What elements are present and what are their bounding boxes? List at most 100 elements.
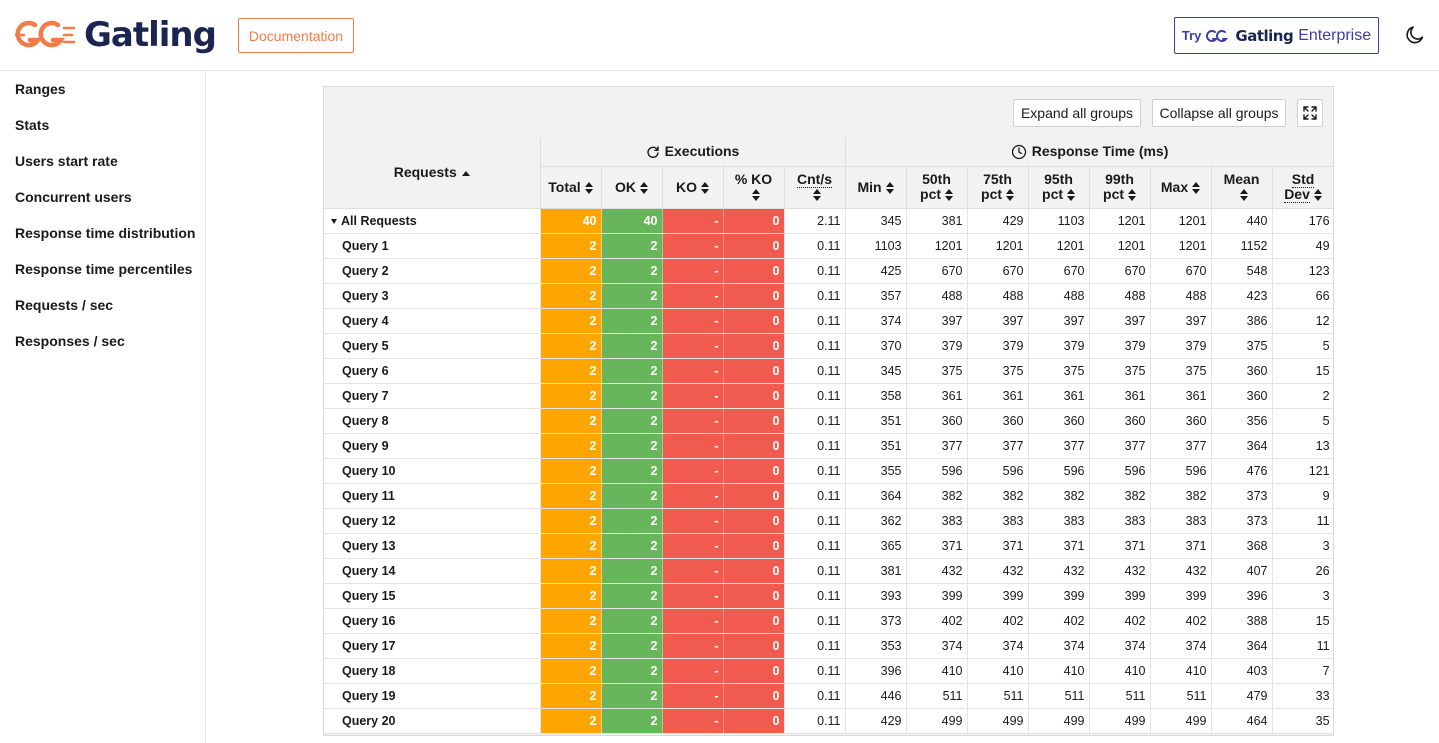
cell-max: 377 xyxy=(1150,433,1212,459)
cell-mean: 356 xyxy=(1211,408,1273,434)
cell-p75: 488 xyxy=(967,283,1029,309)
cell-count-per-sec: 0.11 xyxy=(784,608,846,634)
executions-header-label: Executions xyxy=(664,143,740,160)
cell-ko: - xyxy=(662,258,724,284)
cell-p50: 410 xyxy=(906,658,968,684)
cell-std-dev: 121 xyxy=(1272,458,1333,484)
cell-ko: - xyxy=(662,658,724,684)
cell-count-per-sec: 0.11 xyxy=(784,358,846,384)
cell-ko: - xyxy=(662,558,724,584)
sidebar-item-users-start-rate[interactable]: Users start rate xyxy=(15,153,118,169)
cell-min: 446 xyxy=(845,683,907,709)
request-name-cell: Query 8 xyxy=(324,408,541,434)
sidebar-item-response-time-percentiles[interactable]: Response time percentiles xyxy=(15,261,192,277)
moon-icon[interactable] xyxy=(1404,24,1426,46)
table-row: Query 2 2 2-0 0.11 425 670 670 670 670 670 548 123 xyxy=(324,258,1333,284)
column-header-p75[interactable]: 75th pct xyxy=(967,166,1029,209)
fullscreen-button[interactable] xyxy=(1297,99,1323,127)
column-header-ok[interactable]: OK xyxy=(601,166,663,209)
sidebar-item-concurrent-users[interactable]: Concurrent users xyxy=(15,189,132,205)
cell-count-per-sec: 0.11 xyxy=(784,408,846,434)
cell-ok: 2 xyxy=(601,658,663,684)
table-row: Query 11 2 2-0 0.11 364 382 382 382 382 382 373 9 xyxy=(324,483,1333,509)
sidebar-item-response-time-distribution[interactable]: Response time distribution xyxy=(15,225,195,241)
sort-icon xyxy=(1006,189,1015,202)
cell-p99: 374 xyxy=(1089,633,1151,659)
request-name: Query 12 xyxy=(342,513,396,528)
cell-count-per-sec: 0.11 xyxy=(784,283,846,309)
request-name: Query 14 xyxy=(342,563,396,578)
gatling-logo[interactable]: Gatling xyxy=(14,14,217,56)
cell-total: 2 xyxy=(540,633,602,659)
column-header-percent-ko[interactable]: % KO xyxy=(723,166,785,209)
cell-ok: 2 xyxy=(601,233,663,259)
column-header-p95[interactable]: 95th pct xyxy=(1028,166,1090,209)
cell-max: 402 xyxy=(1150,608,1212,634)
column-header-total[interactable]: Total xyxy=(540,166,602,209)
cell-ok: 2 xyxy=(601,683,663,709)
request-name: Query 2 xyxy=(342,263,389,278)
column-header-count-per-sec[interactable]: Cnt/s xyxy=(784,166,846,209)
cell-count-per-sec: 0.11 xyxy=(784,683,846,709)
cell-min: 358 xyxy=(845,383,907,409)
cell-mean: 464 xyxy=(1211,708,1273,734)
table-row-all-requests[interactable]: All Requests 40 40-0 2.11 345 381 429 1103 1201 1… xyxy=(324,208,1333,234)
cell-count-per-sec: 0.11 xyxy=(784,533,846,559)
sidebar-item-responses-per-sec[interactable]: Responses / sec xyxy=(15,333,125,349)
request-name-cell: Query 18 xyxy=(324,658,541,684)
app-header: Gatling Documentation Try Gatling Enterp… xyxy=(0,0,1439,71)
cell-ok: 2 xyxy=(601,358,663,384)
request-name: Query 1 xyxy=(342,238,389,253)
cell-std-dev: 123 xyxy=(1272,258,1333,284)
cell-max: 375 xyxy=(1150,358,1212,384)
request-name: Query 10 xyxy=(342,463,396,478)
column-header-ko[interactable]: KO xyxy=(662,166,724,209)
cell-total: 2 xyxy=(540,483,602,509)
cell-total: 2 xyxy=(540,683,602,709)
cell-p50: 488 xyxy=(906,283,968,309)
try-enterprise-button[interactable]: Try Gatling Enterprise xyxy=(1174,17,1379,54)
cell-std-dev: 5 xyxy=(1272,408,1333,434)
cell-p75: 360 xyxy=(967,408,1029,434)
cell-count-per-sec: 0.11 xyxy=(784,333,846,359)
documentation-button[interactable]: Documentation xyxy=(238,18,354,53)
cell-ok: 2 xyxy=(601,258,663,284)
cell-count-per-sec: 0.11 xyxy=(784,258,846,284)
table-row: Query 16 2 2-0 0.11 373 402 402 402 402 402 388 15 xyxy=(324,608,1333,634)
column-header-max[interactable]: Max xyxy=(1150,166,1212,209)
sidebar: Ranges Stats Users start rate Concurrent… xyxy=(0,71,206,743)
cell-count-per-sec: 0.11 xyxy=(784,308,846,334)
cell-max: 488 xyxy=(1150,283,1212,309)
sidebar-item-requests-per-sec[interactable]: Requests / sec xyxy=(15,297,113,313)
column-header-min[interactable]: Min xyxy=(845,166,907,209)
sort-icon xyxy=(1192,181,1201,194)
cell-std-dev: 2 xyxy=(1272,383,1333,409)
enterprise-label: Enterprise xyxy=(1298,26,1372,44)
column-header-p99[interactable]: 99th pct xyxy=(1089,166,1151,209)
cell-std-dev: 176 xyxy=(1272,208,1333,234)
cell-ko: - xyxy=(662,458,724,484)
collapse-all-groups-button[interactable]: Collapse all groups xyxy=(1152,99,1286,127)
cell-p75: 382 xyxy=(967,483,1029,509)
cell-p95: 410 xyxy=(1028,658,1090,684)
sort-icon xyxy=(640,181,648,194)
cell-p50: 383 xyxy=(906,508,968,534)
column-header-sublabel: pct xyxy=(920,186,942,202)
sidebar-item-stats[interactable]: Stats xyxy=(15,117,49,133)
collapse-caret-icon[interactable] xyxy=(331,218,337,224)
table-row: Query 5 2 2-0 0.11 370 379 379 379 379 379 375 5 xyxy=(324,333,1333,359)
column-header-label: 99th xyxy=(1105,171,1134,187)
column-header-p50[interactable]: 50th pct xyxy=(906,166,968,209)
cell-total: 2 xyxy=(540,608,602,634)
cell-ko: - xyxy=(662,383,724,409)
column-header-std-dev[interactable]: Std Dev xyxy=(1272,166,1333,209)
cell-p99: 432 xyxy=(1089,558,1151,584)
sidebar-item-ranges[interactable]: Ranges xyxy=(15,81,66,97)
expand-all-groups-button[interactable]: Expand all groups xyxy=(1013,99,1141,127)
table-row: Query 12 2 2-0 0.11 362 383 383 383 383 383 373 11 xyxy=(324,508,1333,534)
requests-column-header[interactable]: Requests xyxy=(324,138,541,209)
request-name: Query 4 xyxy=(342,313,389,328)
column-header-label: 75th xyxy=(983,171,1012,187)
column-header-mean[interactable]: Mean xyxy=(1211,166,1273,209)
cell-p95: 1103 xyxy=(1028,208,1090,234)
